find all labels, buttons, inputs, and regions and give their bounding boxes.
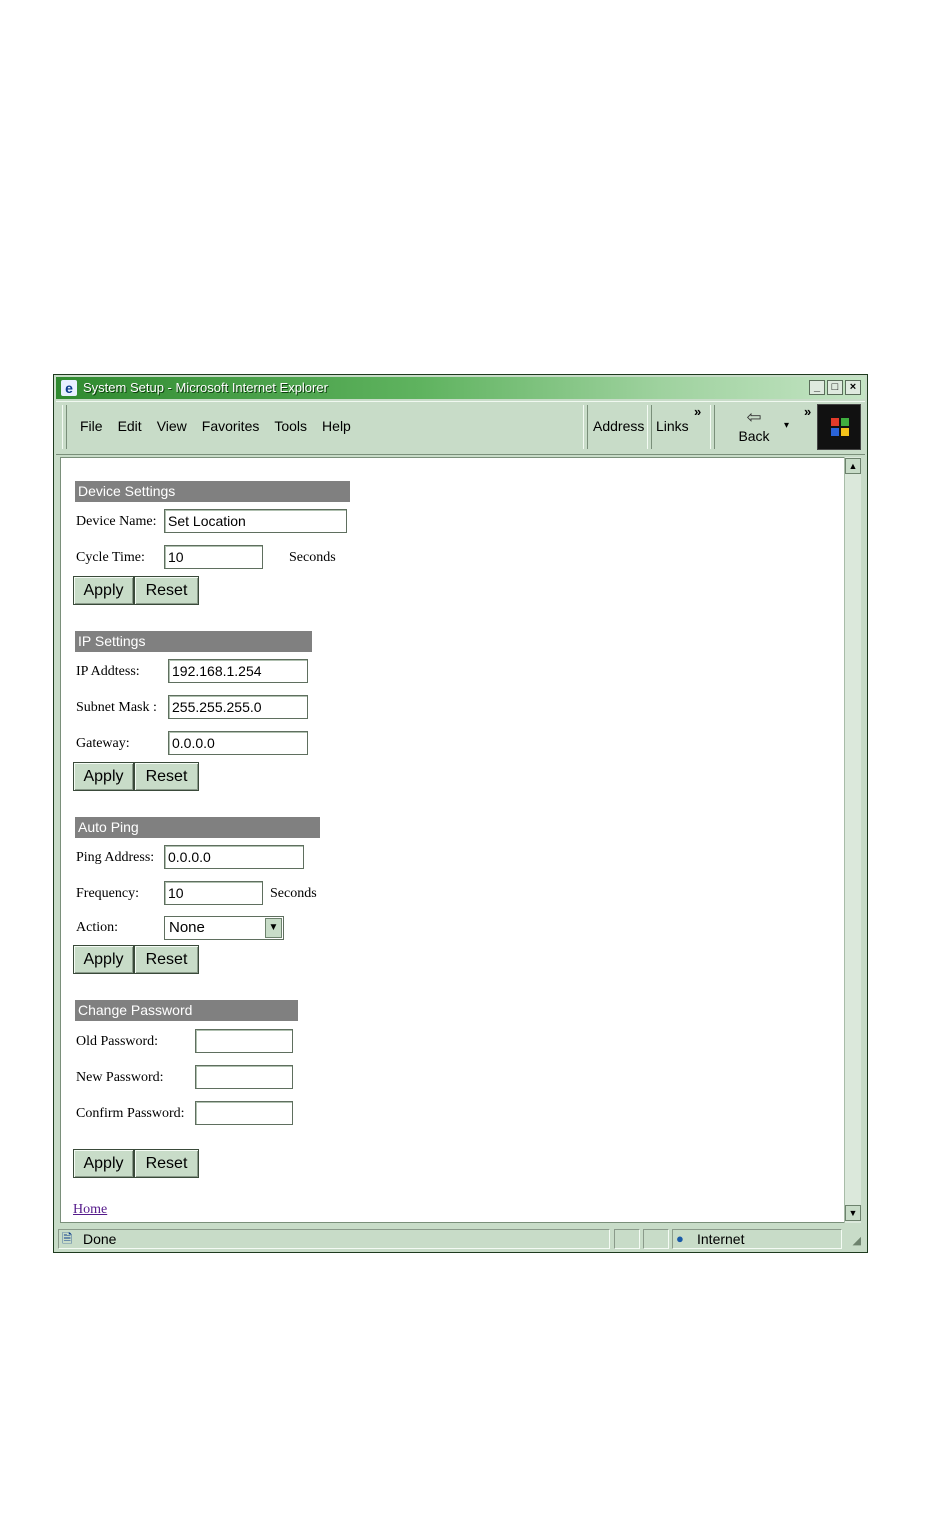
back-dropdown-icon[interactable]: ▾ [784,420,789,431]
gateway-label: Gateway: [76,736,130,751]
resize-grip-icon[interactable]: ◢ [853,1229,861,1253]
menu-bar: File Edit View Favorites Tools Help [80,418,351,434]
action-label: Action: [76,920,118,935]
cycle-time-unit: Seconds [289,550,336,565]
change-password-header: Change Password [75,1000,298,1021]
device-name-label: Device Name: [76,514,157,529]
device-reset-button[interactable]: Reset [134,576,199,605]
ie-icon: e [61,380,77,396]
address-bar-label[interactable]: Address [593,418,644,434]
old-password-label: Old Password: [76,1034,159,1049]
scroll-down-icon[interactable]: ▼ [845,1205,861,1221]
vertical-scrollbar[interactable]: ▲ ▼ [844,457,861,1223]
back-label: Back [738,428,770,444]
menu-file[interactable]: File [80,418,103,434]
buttons-grip[interactable] [710,405,715,449]
device-settings-header: Device Settings [75,481,350,502]
password-apply-button[interactable]: Apply [73,1149,134,1178]
windows-logo-icon [817,404,861,450]
confirm-password-input[interactable] [195,1101,293,1125]
subnet-mask-label: Subnet Mask : [76,700,157,715]
logo-blue [831,428,839,436]
scroll-up-icon[interactable]: ▲ [845,458,861,474]
status-pane-3 [643,1229,669,1249]
page-content: Device Settings Device Name: Set Locatio… [60,457,845,1223]
window-title: System Setup - Microsoft Internet Explor… [83,380,328,395]
logo-yellow [841,428,849,436]
minimize-button[interactable]: _ [809,380,825,395]
cycle-time-label: Cycle Time: [76,550,145,565]
frequency-label: Frequency: [76,886,139,901]
ip-address-label: IP Addtess: [76,664,140,679]
page-icon: 🗎 [62,1231,73,1246]
ping-apply-button[interactable]: Apply [73,945,134,974]
toolbar-grip[interactable] [62,405,67,449]
back-arrow-icon: ⇦ [746,407,762,427]
cycle-time-input[interactable]: 10 [164,545,263,569]
menu-favorites[interactable]: Favorites [202,418,260,434]
device-apply-button[interactable]: Apply [73,576,134,605]
close-button[interactable]: × [845,380,861,395]
subnet-mask-input[interactable]: 255.255.255.0 [168,695,308,719]
menu-tools[interactable]: Tools [274,418,307,434]
address-grip[interactable] [583,405,588,449]
status-zone: Internet [697,1231,745,1247]
browser-window: e System Setup - Microsoft Internet Expl… [53,374,868,1253]
globe-icon: ● [676,1231,684,1246]
ip-settings-header: IP Settings [75,631,312,652]
auto-ping-header: Auto Ping [75,817,320,838]
links-chevron-icon[interactable]: » [694,404,701,419]
menu-help[interactable]: Help [322,418,351,434]
ip-apply-button[interactable]: Apply [73,762,134,791]
frequency-input[interactable]: 10 [164,881,263,905]
back-button[interactable]: ⇦ Back [732,406,776,450]
status-pane-2 [614,1229,640,1249]
window-controls: _ □ × [809,380,861,395]
ip-address-input[interactable]: 192.168.1.254 [168,659,308,683]
gateway-input[interactable]: 0.0.0.0 [168,731,308,755]
toolbar-chevron-icon[interactable]: » [804,404,811,419]
ping-address-input[interactable]: 0.0.0.0 [164,845,304,869]
ping-reset-button[interactable]: Reset [134,945,199,974]
menu-view[interactable]: View [157,418,187,434]
status-text: Done [83,1231,117,1247]
status-bar: 🗎 Done ● Internet ◢ [56,1227,865,1251]
action-select-value: None [169,919,205,936]
ping-address-label: Ping Address: [76,850,155,865]
toolbar: File Edit View Favorites Tools Help Addr… [56,401,865,455]
new-password-label: New Password: [76,1070,164,1085]
ip-reset-button[interactable]: Reset [134,762,199,791]
new-password-input[interactable] [195,1065,293,1089]
frequency-unit: Seconds [270,886,317,901]
logo-green [841,418,849,426]
logo-red [831,418,839,426]
maximize-button[interactable]: □ [827,380,843,395]
links-grip[interactable] [647,405,652,449]
status-main-pane [58,1229,610,1249]
action-select[interactable]: None ▼ [164,916,284,940]
password-reset-button[interactable]: Reset [134,1149,199,1178]
home-link[interactable]: Home [73,1202,107,1218]
old-password-input[interactable] [195,1029,293,1053]
device-name-input[interactable]: Set Location [164,509,347,533]
title-bar: e System Setup - Microsoft Internet Expl… [56,377,865,399]
menu-edit[interactable]: Edit [118,418,142,434]
links-bar-label[interactable]: Links [656,418,689,434]
chevron-down-icon[interactable]: ▼ [265,918,282,938]
confirm-password-label: Confirm Password: [76,1106,185,1121]
